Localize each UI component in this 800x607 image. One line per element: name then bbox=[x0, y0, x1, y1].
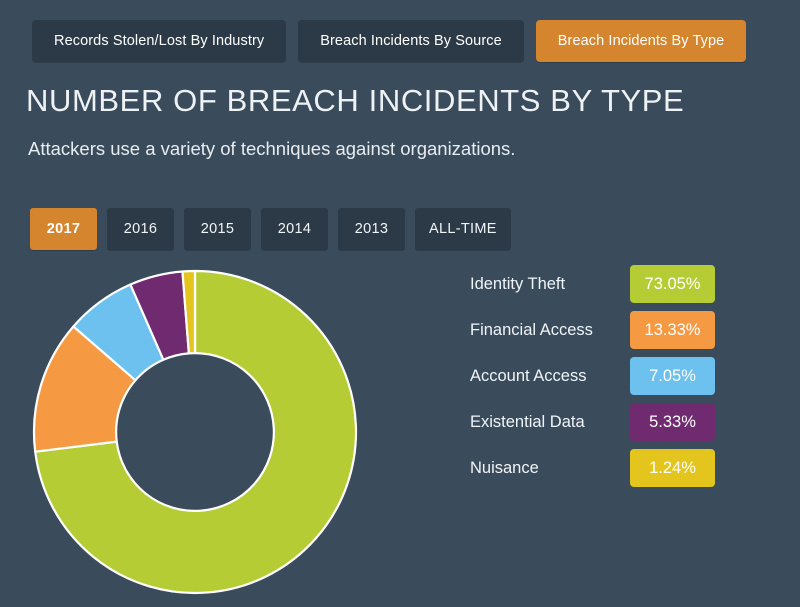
donut-chart-svg bbox=[32, 269, 358, 595]
legend-item-identity-theft[interactable]: Identity Theft 73.05% bbox=[470, 265, 715, 303]
tab-breach-incidents-by-type[interactable]: Breach Incidents By Type bbox=[535, 20, 747, 62]
page-subtitle: Attackers use a variety of techniques ag… bbox=[28, 138, 516, 159]
legend-label-existential-data: Existential Data bbox=[470, 412, 585, 431]
year-button-2013[interactable]: 2013 bbox=[338, 208, 405, 250]
legend-label-financial-access: Financial Access bbox=[470, 320, 593, 339]
legend-value-existential-data: 5.33% bbox=[630, 403, 715, 441]
legend-value-identity-theft: 73.05% bbox=[630, 265, 715, 303]
legend-value-financial-access: 13.33% bbox=[630, 311, 715, 349]
year-button-2017[interactable]: 2017 bbox=[30, 208, 97, 250]
page-title: NUMBER OF BREACH INCIDENTS BY TYPE bbox=[26, 83, 685, 118]
year-button-2015[interactable]: 2015 bbox=[184, 208, 251, 250]
year-filter: 2017 2016 2015 2014 2013 ALL-TIME bbox=[30, 208, 511, 250]
legend-label-account-access: Account Access bbox=[470, 366, 587, 385]
legend-item-account-access[interactable]: Account Access 7.05% bbox=[470, 357, 715, 395]
legend-value-nuisance: 1.24% bbox=[630, 449, 715, 487]
legend-value-account-access: 7.05% bbox=[630, 357, 715, 395]
legend-label-nuisance: Nuisance bbox=[470, 458, 539, 477]
legend-item-existential-data[interactable]: Existential Data 5.33% bbox=[470, 403, 715, 441]
donut-chart bbox=[30, 267, 360, 597]
legend-item-financial-access[interactable]: Financial Access 13.33% bbox=[470, 311, 715, 349]
tab-breach-incidents-by-source[interactable]: Breach Incidents By Source bbox=[298, 20, 524, 62]
year-button-all-time[interactable]: ALL-TIME bbox=[415, 208, 511, 250]
year-button-2014[interactable]: 2014 bbox=[261, 208, 328, 250]
year-button-2016[interactable]: 2016 bbox=[107, 208, 174, 250]
tab-records-stolen-lost-by-industry[interactable]: Records Stolen/Lost By Industry bbox=[32, 20, 287, 62]
legend-label-identity-theft: Identity Theft bbox=[470, 274, 566, 293]
legend-item-nuisance[interactable]: Nuisance 1.24% bbox=[470, 449, 715, 487]
chart-legend: Identity Theft 73.05% Financial Access 1… bbox=[470, 265, 715, 495]
chart-tab-bar: Records Stolen/Lost By Industry Breach I… bbox=[32, 20, 747, 62]
